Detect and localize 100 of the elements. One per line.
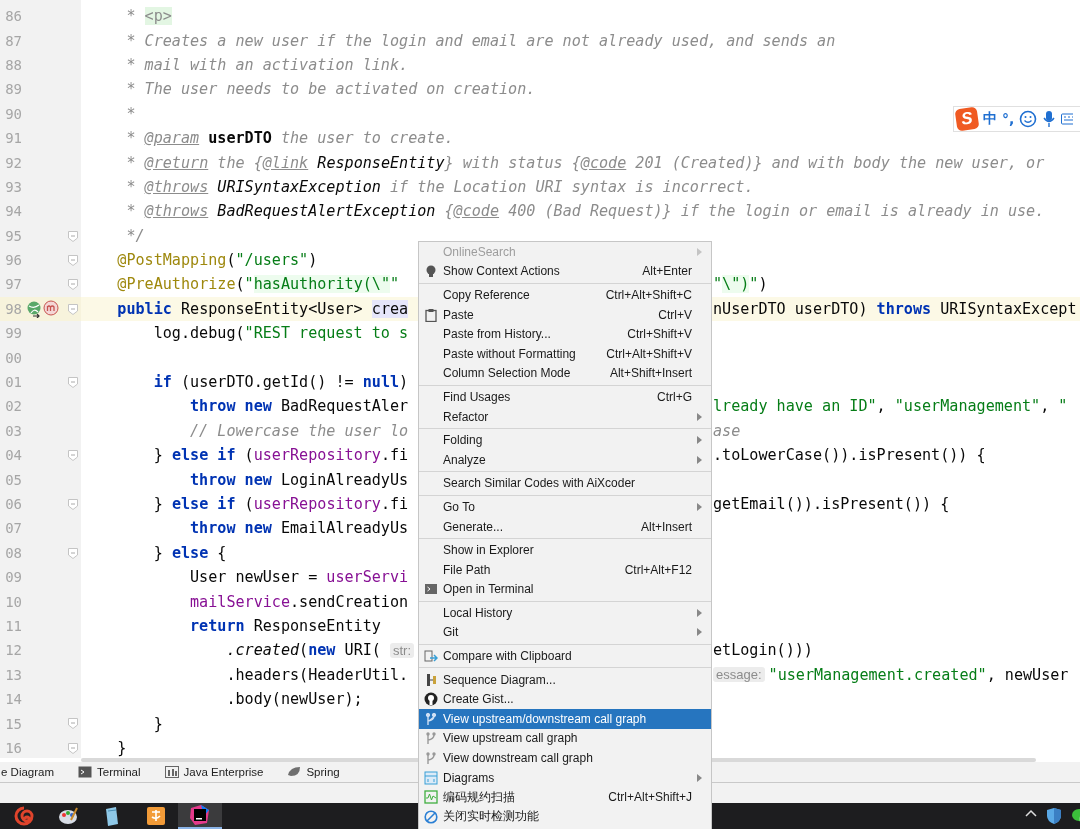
line-number: 06 xyxy=(4,496,22,512)
menu-item[interactable]: Column Selection Mode Alt+Shift+Insert xyxy=(419,363,711,384)
code-line: throw new BadRequestAler xyxy=(190,397,409,416)
menu-item[interactable]: Refactor xyxy=(419,406,711,427)
diagram-icon xyxy=(424,770,438,785)
menu-item[interactable]: Compare with Clipboard xyxy=(419,646,711,666)
line-number: 13 xyxy=(4,666,22,683)
line-number: 91 xyxy=(4,130,22,147)
branch-icon xyxy=(424,731,438,746)
book-icon xyxy=(145,805,167,827)
code-line: * xyxy=(126,104,136,123)
ide-icon xyxy=(189,804,211,826)
code-line: "\")") xyxy=(713,275,768,294)
github-icon xyxy=(424,692,438,707)
code-line: mailService.sendCreation xyxy=(190,592,409,611)
line-number: 99 xyxy=(4,325,22,342)
menu-item[interactable]: Search Similar Codes with AiXcoder xyxy=(419,473,711,494)
menu-item[interactable]: Sequence Diagram... xyxy=(419,669,711,690)
menu-item[interactable]: 编码规约扫描 Ctrl+Alt+Shift+J xyxy=(419,787,711,808)
code-line: * @param userDTO the user to create. xyxy=(126,129,454,148)
menu-item[interactable]: Local History xyxy=(419,603,711,623)
line-number: 15 xyxy=(4,715,22,732)
keyboard-icon[interactable] xyxy=(1061,112,1074,126)
code-line: } else if (userRepository.fi xyxy=(153,446,409,465)
line-number: 08 xyxy=(4,544,22,561)
code-line: */ xyxy=(126,226,145,245)
line-number: 90 xyxy=(4,105,22,122)
menu-item[interactable]: Copy Reference Ctrl+Alt+Shift+C xyxy=(419,285,711,305)
branch-icon xyxy=(424,751,438,766)
grid-icon xyxy=(164,765,179,779)
line-number: 95 xyxy=(4,227,22,244)
line-number: 94 xyxy=(4,203,22,220)
inlay-hint: essage: xyxy=(713,667,765,683)
tool-window-button[interactable]: e Diagram xyxy=(0,762,57,782)
menu-item[interactable]: Show in Explorer xyxy=(419,540,711,560)
code-line: * <p> xyxy=(126,7,172,26)
menu-item[interactable]: Diagrams xyxy=(419,767,711,788)
menu-item[interactable]: Show Context Actions Alt+Enter xyxy=(419,261,711,282)
code-line: } xyxy=(153,714,163,733)
menu-item[interactable]: Open in Terminal xyxy=(419,579,711,600)
menu-item[interactable]: Go To xyxy=(419,497,711,517)
line-number: 98 xyxy=(4,300,22,317)
smiley-icon[interactable] xyxy=(1019,110,1038,128)
code-line: getEmail()).isPresent()) { xyxy=(713,495,950,513)
code-line: .body(newUser); xyxy=(226,690,363,709)
line-number: 00 xyxy=(4,349,22,366)
code-line: lready have an ID", "userManagement", " xyxy=(713,397,1068,416)
code-line: * @throws BadRequestAlertException {@code 400 (Bad Request)} if the login or email is already in use. xyxy=(126,202,1045,221)
menu-item[interactable]: Generate... Alt+Insert xyxy=(419,516,711,537)
menu-item[interactable]: View downstream call graph xyxy=(419,748,711,768)
code-line: @PostMapping("/users") xyxy=(117,251,318,270)
menu-item[interactable]: View upstream/downstream call graph xyxy=(419,709,711,729)
code-line: return ResponseEntity xyxy=(190,616,381,635)
line-number: 01 xyxy=(4,374,22,391)
code-line: // Lowercase the user lo xyxy=(190,421,409,440)
line-number: 12 xyxy=(4,642,22,659)
code-line: .created(new URI( xyxy=(226,641,382,660)
code-line: ase xyxy=(713,421,741,440)
menu-item[interactable]: Find Usages Ctrl+G xyxy=(419,387,711,407)
forbidden-icon xyxy=(424,809,438,824)
ime-mode-button[interactable]: °, xyxy=(1002,111,1015,127)
code-line: * Creates a new user if the login and email are not already used, and sends an xyxy=(126,31,836,50)
line-number: 92 xyxy=(4,154,22,171)
menu-item[interactable]: Create Gist... xyxy=(419,689,711,710)
menu-item[interactable]: File Path Ctrl+Alt+F12 xyxy=(419,559,711,580)
line-number: 14 xyxy=(4,691,22,708)
code-line: throw new LoginAlreadyUs xyxy=(190,470,409,489)
menu-item[interactable]: Paste from History... Ctrl+Shift+V xyxy=(419,324,711,344)
menu-item[interactable]: View upstream call graph xyxy=(419,728,711,749)
shield-icon[interactable] xyxy=(1046,807,1062,825)
terminal-icon xyxy=(78,765,93,779)
line-number: 05 xyxy=(4,471,22,488)
tool-window-button[interactable]: Java Enterprise xyxy=(162,762,266,782)
inlay-hint: str: xyxy=(390,642,415,658)
menu-item[interactable]: Paste without Formatting Ctrl+Alt+Shift+V xyxy=(419,343,711,364)
code-line: * The user needs to be activated on creation. xyxy=(126,80,536,99)
menu-item[interactable]: Paste Ctrl+V xyxy=(419,304,711,325)
code-line: * @return the {@link ResponseEntity} with status {@code 201 (Created)} and with body the new user, or xyxy=(126,153,1045,172)
taskbar-app-button[interactable] xyxy=(178,803,222,829)
globe-icon xyxy=(26,299,42,318)
terminal-icon xyxy=(424,582,438,597)
line-number: 97 xyxy=(4,276,22,293)
line-number: 07 xyxy=(4,520,22,537)
palette-icon xyxy=(57,805,79,827)
line-number: 10 xyxy=(4,593,22,610)
tool-window-button[interactable]: Spring xyxy=(285,762,342,782)
menu-item[interactable]: Analyze xyxy=(419,449,711,470)
code-line: } else if (userRepository.fi xyxy=(153,495,409,513)
microphone-icon[interactable] xyxy=(1042,110,1057,128)
ime-mode-button[interactable]: 中 xyxy=(983,110,997,128)
chart-icon xyxy=(424,790,438,805)
menu-item[interactable]: Folding xyxy=(419,430,711,450)
line-number: 86 xyxy=(4,8,22,25)
code-line: etLogin())) xyxy=(713,641,813,660)
menu-item[interactable]: Git xyxy=(419,622,711,643)
tool-window-button[interactable]: Terminal xyxy=(76,762,143,782)
line-number: 93 xyxy=(4,178,22,195)
code-line: "userManagement.created", newUser xyxy=(768,665,1069,684)
code-line: public ResponseEntity<User> crea xyxy=(117,299,409,318)
code-line: @PreAuthorize("hasAuthority(\"" xyxy=(117,275,400,294)
